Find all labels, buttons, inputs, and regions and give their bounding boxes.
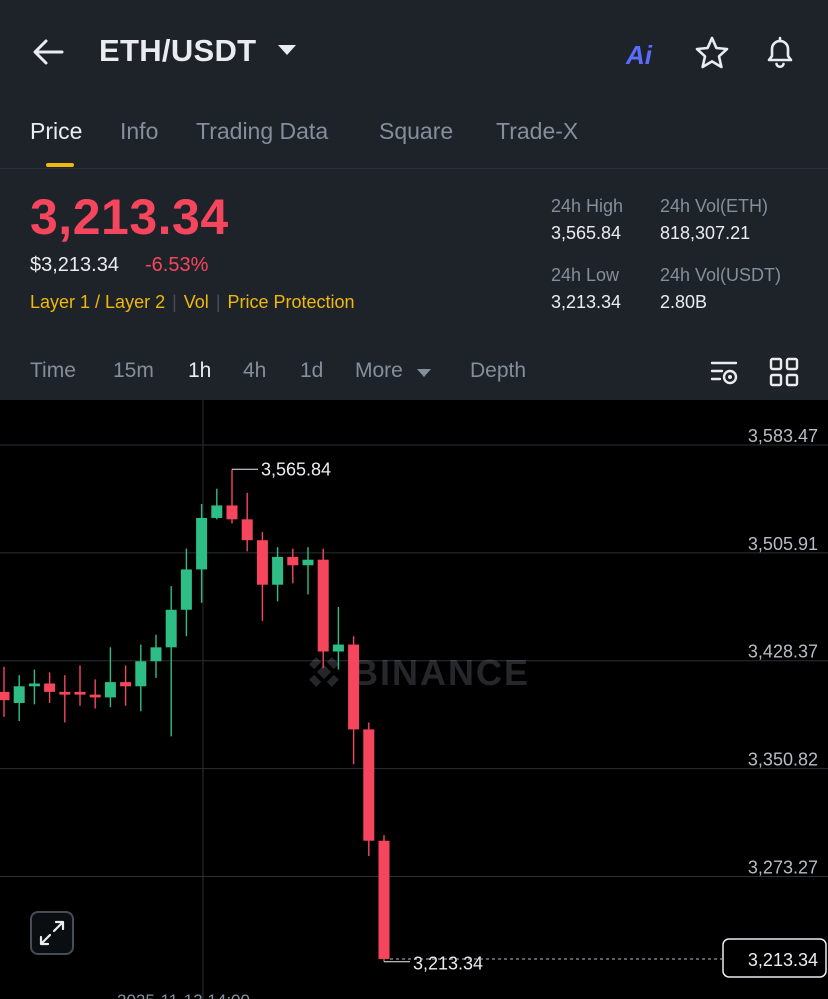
candle-down <box>89 694 101 698</box>
vol-eth-label: 24h Vol(ETH) <box>660 196 769 216</box>
grid-icon[interactable] <box>768 356 800 388</box>
caret-down-icon[interactable] <box>278 45 296 55</box>
vol-eth-value: 818,307.21 <box>660 223 751 243</box>
candle-up <box>180 569 192 610</box>
candle-up <box>28 683 40 687</box>
interval-more[interactable]: More <box>355 359 403 383</box>
interval-depth[interactable]: Depth <box>470 359 526 383</box>
bell-icon[interactable] <box>762 34 798 70</box>
low-value: 3,213.34 <box>551 292 622 312</box>
top-bar: ETH/USDT Ai <box>0 0 828 105</box>
ai-icon[interactable]: Ai <box>626 40 652 71</box>
candle-down <box>363 729 375 841</box>
vol-usdt-label: 24h Vol(USDT) <box>660 265 782 285</box>
tab-info[interactable]: Info <box>120 118 158 145</box>
candle-down <box>317 559 329 652</box>
star-icon[interactable] <box>694 35 730 71</box>
candle-down <box>241 519 253 541</box>
vol-usdt-value: 2.80B <box>660 292 708 312</box>
active-tab-indicator <box>46 163 74 167</box>
watermark-text: BINANCE <box>352 652 530 693</box>
pair-selector[interactable]: ETH/USDT <box>99 33 256 69</box>
candle-up <box>135 661 147 687</box>
y-tick-label: 3,428.37 <box>748 642 818 662</box>
candle-up <box>104 682 116 698</box>
usd-price: $3,213.34 <box>30 254 119 276</box>
last-price: 3,213.34 <box>30 189 229 245</box>
y-tick-label: 3,273.27 <box>748 858 818 878</box>
candle-up <box>302 559 314 566</box>
tab-trade-x[interactable]: Trade-X <box>496 118 578 145</box>
candle-down <box>59 691 71 695</box>
candle-down <box>256 540 268 585</box>
tag-vol[interactable]: Vol <box>184 292 209 312</box>
tag-separator: | <box>215 292 221 312</box>
high-label: 24h High <box>551 196 624 216</box>
interval-1h[interactable]: 1h <box>188 359 211 383</box>
time-axis-label: 2025-11-13 14:00 <box>117 991 250 999</box>
tab-trading-data[interactable]: Trading Data <box>196 118 328 145</box>
candle-down <box>378 840 390 959</box>
candle-down <box>287 556 299 566</box>
candle-down <box>74 691 86 695</box>
interval-bar: Time 15m 1h 4h 1d More Depth <box>0 350 828 400</box>
interval-15m[interactable]: 15m <box>113 359 154 383</box>
price-change-percent: -6.53% <box>145 254 209 276</box>
candle-up <box>150 647 162 662</box>
y-tick-label: 3,505.91 <box>748 534 818 554</box>
candle-up <box>165 609 177 648</box>
expand-chart-button[interactable] <box>30 911 74 955</box>
candle-down <box>44 683 56 692</box>
tag-price-protection[interactable]: Price Protection <box>228 292 355 312</box>
candle-up <box>211 505 223 518</box>
candle-up <box>196 517 208 570</box>
high-value: 3,565.84 <box>551 223 622 243</box>
high-marker-label: 3,565.84 <box>261 459 331 479</box>
chart-settings-icon[interactable] <box>708 356 740 388</box>
market-tags: Layer 1 / Layer 2 | Vol | Price Protection <box>30 292 355 313</box>
candle-down <box>0 691 10 701</box>
y-tick-label: 3,583.47 <box>748 426 818 446</box>
low-label: 24h Low <box>551 265 620 285</box>
interval-4h[interactable]: 4h <box>243 359 266 383</box>
candle-down <box>226 505 238 520</box>
tag-separator: | <box>172 292 177 312</box>
tag-layer[interactable]: Layer 1 / Layer 2 <box>30 292 165 312</box>
main-tabs: Price Info Trading Data Square Trade-X <box>0 105 828 169</box>
y-tick-label: 3,350.82 <box>748 750 818 770</box>
low-marker-label: 3,213.34 <box>413 954 483 974</box>
candle-up <box>272 556 284 585</box>
candle-down <box>120 682 132 687</box>
candle-up <box>13 686 25 703</box>
tab-price[interactable]: Price <box>30 118 82 145</box>
expand-icon <box>39 920 65 946</box>
tab-square[interactable]: Square <box>379 118 453 145</box>
candle-down <box>348 644 360 730</box>
candle-up <box>332 644 344 652</box>
candlestick-chart[interactable]: BINANCE 3,583.47 3,505.91 3,428.37 3,350.82… <box>0 400 828 999</box>
chart-gridlines <box>0 400 828 999</box>
back-arrow-icon[interactable] <box>30 34 70 70</box>
binance-watermark: BINANCE <box>309 652 530 693</box>
interval-time[interactable]: Time <box>30 359 76 383</box>
interval-1d[interactable]: 1d <box>300 359 323 383</box>
last-price-tag-label: 3,213.34 <box>748 950 818 970</box>
caret-down-icon[interactable] <box>417 369 431 377</box>
